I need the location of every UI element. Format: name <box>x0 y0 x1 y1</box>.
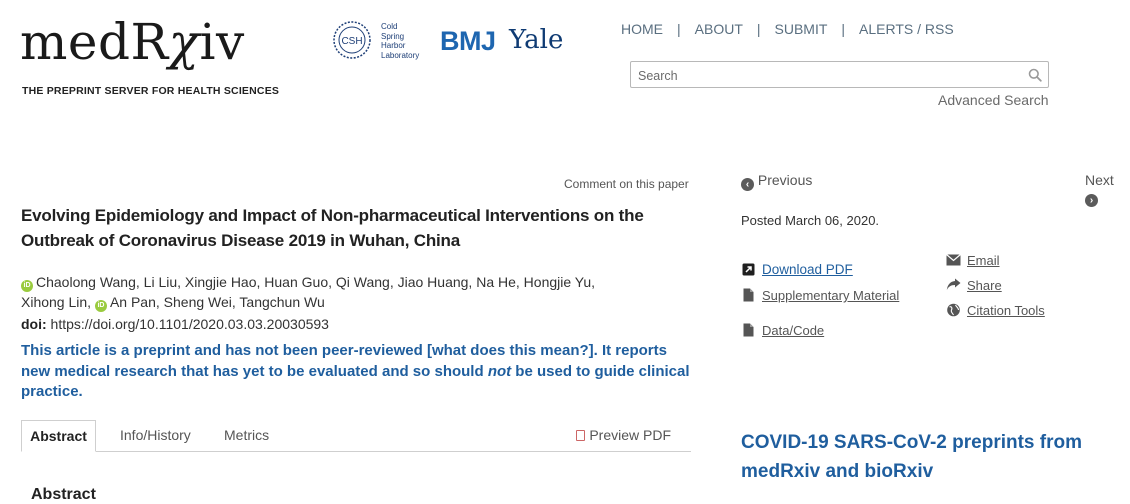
tab-metrics[interactable]: Metrics <box>224 420 269 451</box>
previous-link[interactable]: ‹ Previous <box>741 172 812 191</box>
external-link-icon <box>742 263 755 276</box>
nav-submit[interactable]: SUBMIT <box>775 21 828 37</box>
download-pdf-label: Download PDF <box>762 262 853 277</box>
preview-pdf-label: Preview PDF <box>589 427 671 443</box>
article-tabs: Abstract Info/History Metrics Preview PD… <box>21 420 691 452</box>
medrxiv-logo[interactable]: medRχiv <box>20 14 245 70</box>
doi-line: doi: https://doi.org/10.1101/2020.03.03.… <box>21 316 329 332</box>
nav-separator: | <box>756 21 761 37</box>
csh-line: Spring <box>381 31 405 41</box>
title-line: Evolving Epidemiology and Impact of Non-… <box>21 206 644 225</box>
data-code-link[interactable]: Data/Code <box>741 323 824 338</box>
supplementary-label: Supplementary Material <box>762 288 900 303</box>
email-label: Email <box>967 253 1000 268</box>
doi-label: doi: <box>21 316 47 332</box>
tab-abstract[interactable]: Abstract <box>21 420 96 452</box>
globe-icon <box>947 303 960 317</box>
email-link[interactable]: Email <box>946 253 1000 268</box>
citation-tools-label: Citation Tools <box>967 303 1045 318</box>
logo-text-chi: χ <box>168 13 200 71</box>
pdf-file-icon <box>576 430 586 441</box>
notice-emphasis: not <box>487 362 512 380</box>
nav-separator: | <box>677 21 681 37</box>
csh-name: Cold Spring Harbor Laboratory <box>381 22 419 60</box>
csh-logo-icon[interactable]: CSH <box>332 20 372 60</box>
nav-separator: | <box>841 21 846 37</box>
advanced-search-link[interactable]: Advanced Search <box>938 92 1049 108</box>
share-label: Share <box>967 278 1002 293</box>
share-link[interactable]: Share <box>946 278 1002 293</box>
covid-section-heading[interactable]: COVID-19 SARS-CoV-2 preprints from medRx… <box>741 428 1121 486</box>
search-box <box>630 61 1049 88</box>
file-icon <box>743 288 754 302</box>
yale-logo[interactable]: Yale <box>509 25 563 55</box>
search-input[interactable] <box>636 65 1020 86</box>
nav-alerts-rss[interactable]: ALERTS / RSS <box>859 21 954 37</box>
posted-date: Posted March 06, 2020. <box>741 213 880 228</box>
nav-about[interactable]: ABOUT <box>695 21 743 37</box>
circle-arrow-left-icon: ‹ <box>741 178 754 191</box>
previous-label: Previous <box>757 172 813 188</box>
top-nav: HOME | ABOUT | SUBMIT | ALERTS / RSS <box>621 21 954 37</box>
author-list: iD Chaolong Wang, Li Liu, Xingjie Hao, Hu… <box>21 273 661 312</box>
csh-badge-text: CSH <box>341 36 362 47</box>
abstract-heading: Abstract <box>31 486 96 503</box>
preview-pdf-link[interactable]: Preview PDF <box>576 420 671 451</box>
preprint-notice: This article is a preprint and has not b… <box>21 341 691 403</box>
supplementary-material-link[interactable]: Supplementary Material <box>741 288 899 303</box>
next-link[interactable]: Next › <box>1085 172 1130 207</box>
csh-line: Harbor <box>381 41 406 50</box>
bmj-logo[interactable]: BMJ <box>440 26 496 57</box>
csh-line: Laboratory <box>381 50 420 60</box>
search-icon[interactable] <box>1028 68 1042 82</box>
orcid-icon[interactable]: iD <box>94 299 107 312</box>
envelope-icon <box>946 254 961 266</box>
file-icon <box>743 323 754 337</box>
download-pdf-link[interactable]: Download PDF <box>741 262 853 277</box>
authors-text[interactable]: Xihong Lin, <box>21 294 91 310</box>
comment-link[interactable]: Comment on this paper <box>564 177 689 191</box>
tab-info-history[interactable]: Info/History <box>120 420 191 451</box>
data-code-label: Data/Code <box>762 323 825 338</box>
circle-arrow-right-icon: › <box>1085 194 1098 207</box>
article-title: Evolving Epidemiology and Impact of Non-… <box>21 203 681 253</box>
orcid-icon[interactable]: iD <box>21 280 33 292</box>
csh-line: Cold <box>381 22 398 31</box>
nav-home[interactable]: HOME <box>621 21 663 37</box>
tagline: THE PREPRINT SERVER FOR HEALTH SCIENCES <box>22 85 280 97</box>
authors-text[interactable]: An Pan, Sheng Wei, Tangchun Wu <box>110 294 325 310</box>
logo-text-b: iv <box>199 13 245 71</box>
title-line: Outbreak of Coronavirus Disease 2019 in … <box>21 231 460 250</box>
citation-tools-link[interactable]: Citation Tools <box>946 303 1045 318</box>
authors-text[interactable]: Chaolong Wang, Li Liu, Xingjie Hao, Huan… <box>36 274 595 290</box>
share-arrow-icon <box>946 278 961 290</box>
doi-link[interactable]: https://doi.org/10.1101/2020.03.03.20030… <box>51 316 329 332</box>
logo-text-a: medR <box>20 13 169 71</box>
next-label: Next <box>1085 172 1114 188</box>
